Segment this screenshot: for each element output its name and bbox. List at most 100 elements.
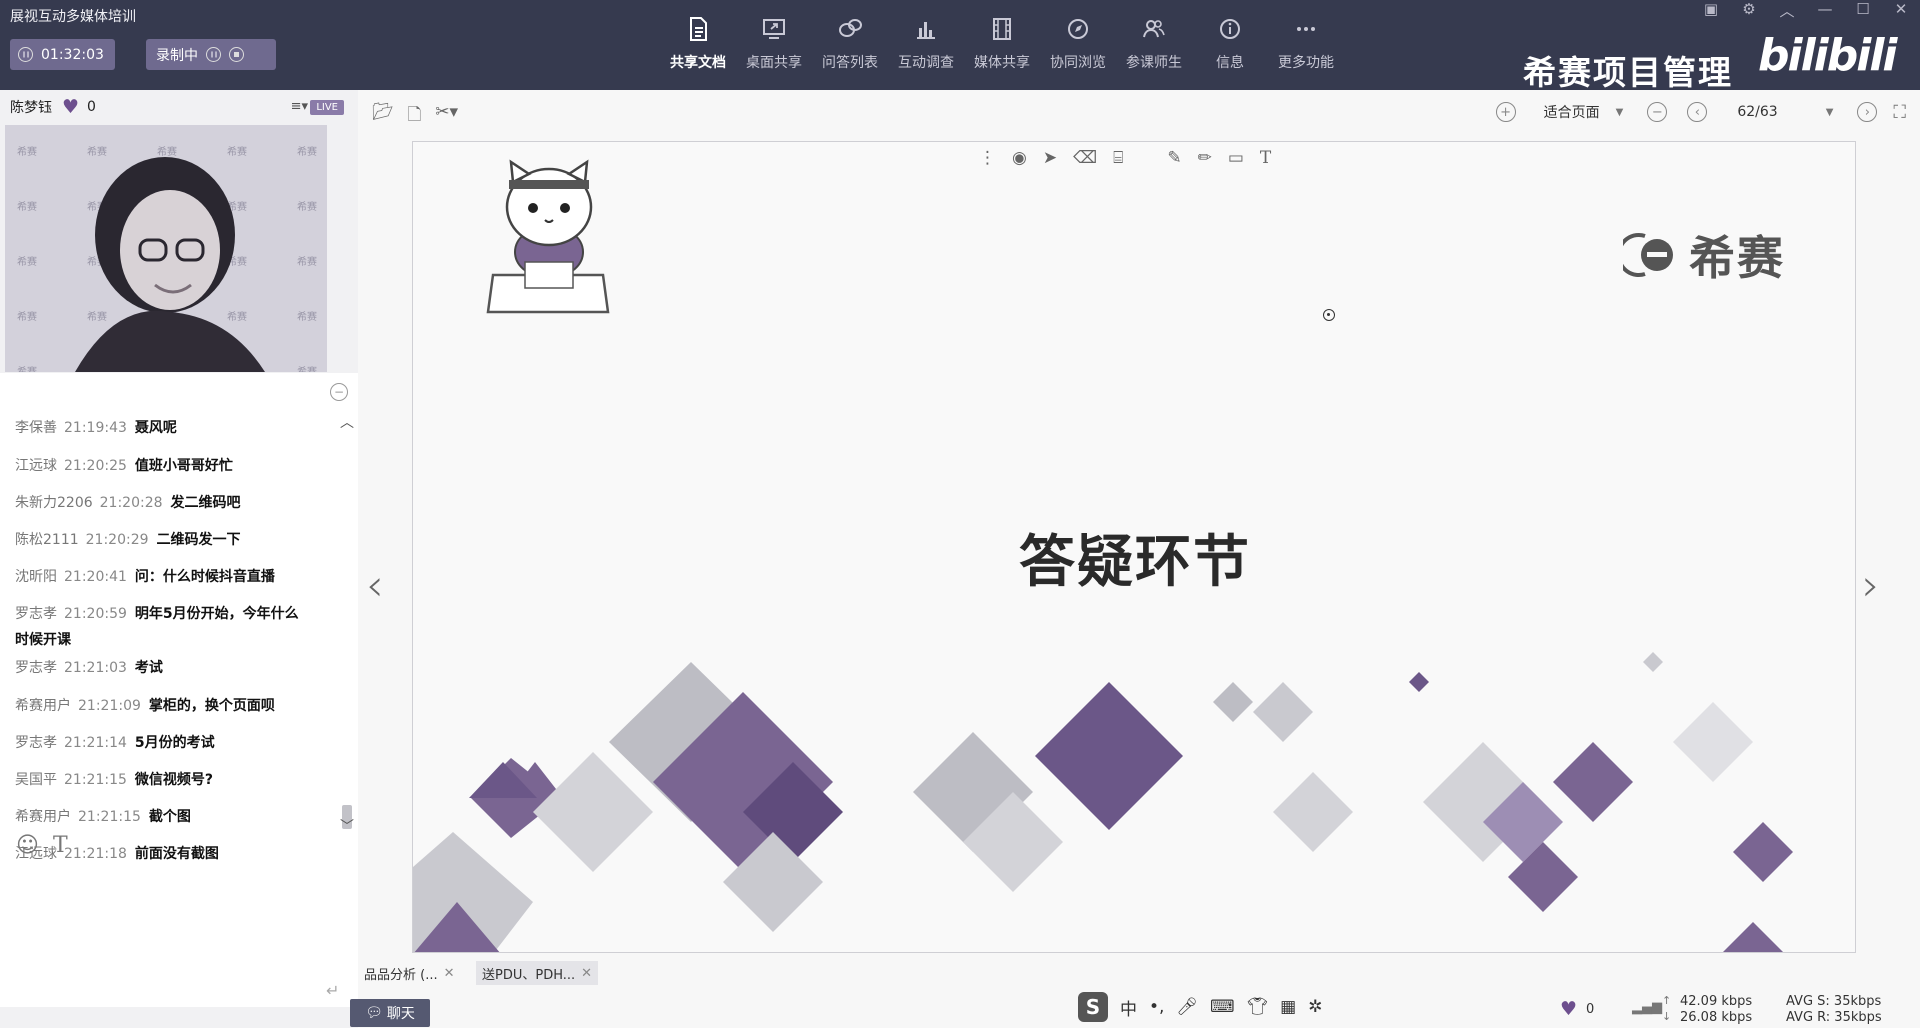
page-indicator[interactable]: 62/63 <box>1737 104 1777 120</box>
desktop-share-icon <box>763 19 785 39</box>
microphone-icon[interactable]: 🎤︎ <box>1176 997 1198 1017</box>
prev-page-icon[interactable]: ‹ <box>1687 102 1708 122</box>
heart-icon[interactable]: ♥ <box>62 96 79 118</box>
tool-qa-list[interactable]: 问答列表 <box>812 0 888 90</box>
like-heart-icon[interactable]: ♥ <box>1560 998 1577 1020</box>
chat-text: 前面没有截图 <box>134 846 219 862</box>
session-timer[interactable]: 01:32:03 <box>10 39 115 70</box>
chat-message: 吴国平 21:21:15 微信视频号? <box>15 767 305 793</box>
live-badge: LIVE <box>310 100 344 115</box>
collapse-icon[interactable]: ︿ <box>1778 0 1796 21</box>
send-enter-icon[interactable]: ↵ <box>326 981 339 1000</box>
presenter-name: 陈梦钰 <box>10 100 52 116</box>
tool-desktop-share[interactable]: 桌面共享 <box>736 0 812 90</box>
tool-participants[interactable]: 参课师生 <box>1116 0 1192 90</box>
emoji-icon[interactable]: ☺ <box>16 833 39 858</box>
arrow-pointer-icon[interactable]: ➤ <box>1043 148 1057 168</box>
list-menu-icon[interactable]: ≡▾ <box>291 99 308 114</box>
presenter-video: 希赛 <box>5 125 327 372</box>
chat-time: 21:20:59 <box>64 606 127 622</box>
input-method-bar: S 中 •, 🎤︎ ⌨ 👕︎ ▦ ✲ <box>1078 992 1322 1022</box>
upload-arrow-icon: ↑ <box>1662 994 1672 1007</box>
tool-info[interactable]: 信息 <box>1192 0 1268 90</box>
chat-sender: 希赛用户 <box>15 698 71 714</box>
fullscreen-icon[interactable]: ⛶ <box>1893 102 1906 123</box>
new-file-icon[interactable]: 🗋 <box>408 102 422 131</box>
eraser-icon[interactable]: ⌫ <box>1073 148 1097 168</box>
chat-time: 21:20:28 <box>99 495 163 511</box>
stop-recording-icon[interactable] <box>229 47 244 62</box>
toolbox-icon[interactable]: ▦ <box>1280 997 1296 1017</box>
tool-more[interactable]: 更多功能 <box>1268 0 1344 90</box>
next-page-icon[interactable]: › <box>1857 102 1878 122</box>
open-folder-icon[interactable]: 📂︎ <box>372 102 394 131</box>
zoom-controls: + 适合页面 ▼ − ‹ 62/63 ▼ › ⛶ <box>1495 90 1920 134</box>
laser-pointer-icon[interactable]: ◉ <box>1012 148 1027 168</box>
prev-slide-arrow[interactable]: ‹ <box>366 560 384 611</box>
chat-text: 问：什么时候抖音直播 <box>134 569 275 585</box>
text-format-icon[interactable]: T <box>53 833 68 858</box>
collapse-chat-icon[interactable]: − <box>330 383 348 401</box>
ime-mode[interactable]: 中 <box>1120 995 1137 1020</box>
chat-time: 21:21:15 <box>64 772 127 788</box>
chat-time: 21:19:43 <box>64 420 127 436</box>
minimize-icon[interactable]: — <box>1816 0 1834 21</box>
keyboard-icon[interactable]: ⌨ <box>1210 997 1235 1017</box>
skin-shirt-icon[interactable]: 👕︎ <box>1247 997 1269 1017</box>
chat-message: 江远球 21:20:25 值班小哥哥好忙 <box>15 453 305 479</box>
tool-media-share[interactable]: 媒体共享 <box>964 0 1040 90</box>
zoom-dropdown-icon[interactable]: ▼ <box>1616 107 1624 118</box>
next-slide-arrow[interactable]: › <box>1862 560 1880 611</box>
tool-label: 媒体共享 <box>974 55 1030 71</box>
ime-settings-icon[interactable]: ✲ <box>1308 997 1322 1017</box>
chat-message: 陈松2111 21:20:29 二维码发一下 <box>15 527 305 553</box>
slide-canvas: ⋮ ◉ ➤ ⌫ ⌸ ✎ ✏ ▭ T 希赛 答疑环节 <box>412 141 1856 953</box>
zoom-out-icon[interactable]: − <box>1647 102 1668 122</box>
scroll-up-icon[interactable]: ︿ <box>340 416 354 430</box>
clear-basket-icon[interactable]: ⌸ <box>1113 148 1123 168</box>
pause-recording-icon[interactable] <box>206 47 221 62</box>
highlighter-icon[interactable]: ✎ <box>1167 148 1181 168</box>
chat-message: 李保善 21:19:43 聂风呢 <box>15 415 305 441</box>
tool-shared-document[interactable]: 共享文档 <box>660 0 736 90</box>
tool-label: 互动调查 <box>898 55 954 71</box>
scroll-down-icon[interactable]: ﹀ <box>340 820 354 834</box>
tool-co-browse[interactable]: 协同浏览 <box>1040 0 1116 90</box>
close-tab-icon[interactable]: ✕ <box>444 966 455 981</box>
punctuation-icon[interactable]: •, <box>1149 997 1164 1017</box>
zoom-in-icon[interactable]: + <box>1495 102 1516 122</box>
layout-icon[interactable]: ▣ <box>1702 0 1720 21</box>
scissors-icon[interactable]: ✂▾ <box>435 102 458 131</box>
chat-sender: 吴国平 <box>15 772 57 788</box>
chat-toggle-button[interactable]: 💬︎ 聊天 <box>350 999 430 1027</box>
presenter-bar: 陈梦钰 ♥ 0 ≡▾ LIVE <box>0 90 358 124</box>
chat-message: 罗志孝 21:20:59 明年5月份开始，今年什么时候开课 <box>15 601 305 653</box>
page-dropdown-icon[interactable]: ▼ <box>1826 107 1834 118</box>
chat-time: 21:21:03 <box>64 660 127 676</box>
document-file-tools: 📂︎ 🗋 ✂▾ <box>372 102 458 131</box>
pen-icon[interactable]: ✏ <box>1198 148 1212 168</box>
chat-sender: 朱新力2206 <box>15 495 93 511</box>
document-tab[interactable]: 送PDU、PDH... ✕ <box>476 961 599 985</box>
sogou-logo-icon[interactable]: S <box>1078 992 1108 1022</box>
chat-sender: 罗志孝 <box>15 660 57 676</box>
drag-handle-icon[interactable]: ⋮ <box>979 148 996 168</box>
tool-interactive-survey[interactable]: 互动调查 <box>888 0 964 90</box>
chat-text: 5月份的考试 <box>134 735 215 751</box>
document-tab[interactable]: 品品分析 (... ✕ <box>358 961 461 985</box>
rectangle-icon[interactable]: ▭ <box>1228 148 1244 168</box>
chat-scrollbar[interactable]: ︿ ﹀ <box>340 416 354 834</box>
chat-time: 21:20:29 <box>85 532 149 548</box>
film-icon <box>993 18 1011 40</box>
maximize-icon[interactable]: ☐ <box>1854 0 1872 21</box>
close-icon[interactable]: ✕ <box>1892 0 1910 21</box>
zoom-mode-select[interactable]: 适合页面 <box>1544 102 1600 122</box>
text-tool-icon[interactable]: T <box>1260 148 1271 168</box>
settings-icon[interactable]: ⚙ <box>1740 0 1758 21</box>
chat-sender: 李保善 <box>15 420 57 436</box>
main-toolbar: 共享文档 桌面共享 问答列表 互动调查 媒体共享 协同浏览 参课师生 信息 更多… <box>660 0 1344 90</box>
app-title: 展视互动多媒体培训 <box>10 9 136 25</box>
qa-bubble-icon <box>839 19 862 37</box>
close-tab-icon[interactable]: ✕ <box>581 966 592 981</box>
document-toolbar: 📂︎ 🗋 ✂▾ + 适合页面 ▼ − ‹ 62/63 ▼ › ⛶ <box>358 90 1920 134</box>
